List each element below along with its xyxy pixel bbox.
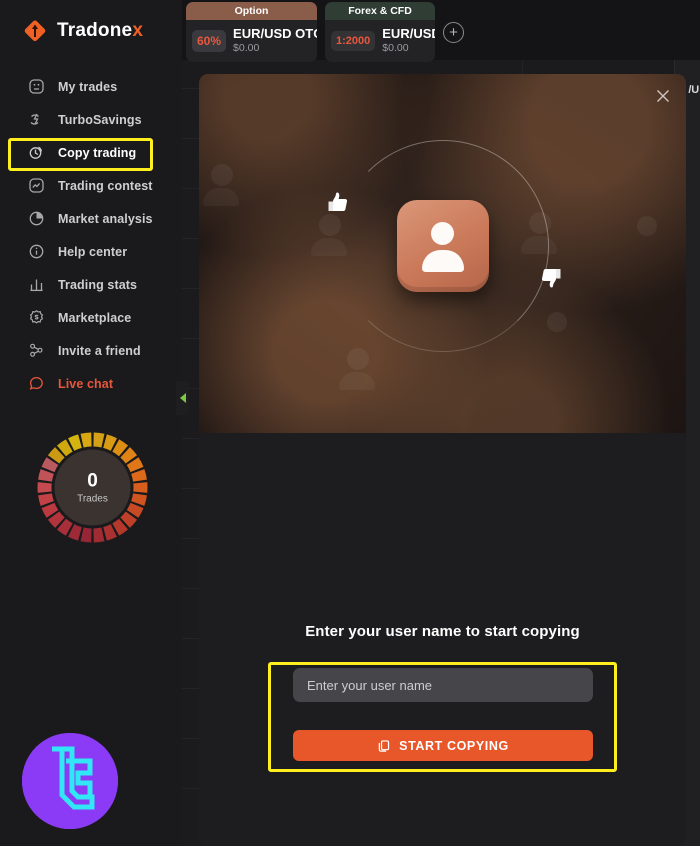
form-title: Enter your user name to start copying bbox=[305, 623, 580, 640]
sidebar-item-copy-trading[interactable]: Copy trading bbox=[0, 136, 182, 169]
sidebar-item-trading-contest[interactable]: Trading contest bbox=[0, 169, 182, 202]
chevron-left-icon bbox=[179, 393, 186, 403]
username-input[interactable] bbox=[293, 668, 593, 702]
sidebar-item-label: Trading stats bbox=[58, 277, 138, 292]
asset-tab-bar: Option 60% EUR/USD OTC $0.00 Forex & CFD… bbox=[182, 0, 700, 62]
asset-tab-option[interactable]: Option 60% EUR/USD OTC $0.00 bbox=[186, 2, 317, 62]
asset-amount: $0.00 bbox=[382, 42, 409, 55]
copy-trading-illustration bbox=[199, 74, 686, 433]
copy-trading-modal: Enter your user name to start copying ST… bbox=[199, 74, 686, 846]
sidebar-item-turbosavings[interactable]: TurboSavings bbox=[0, 103, 182, 136]
brand-name: Tradonex bbox=[57, 20, 144, 41]
thumbs-up-icon bbox=[324, 187, 357, 220]
chat-bubble-icon bbox=[28, 375, 45, 392]
diamond-arrow-logo-icon bbox=[22, 18, 48, 44]
sidebar-nav: My trades TurboSavings Copy trading Trad… bbox=[0, 70, 182, 400]
trades-donut-widget: 0 Trades bbox=[30, 425, 155, 550]
sidebar-item-label: Trading contest bbox=[58, 178, 153, 193]
sidebar-item-help-center[interactable]: Help center bbox=[0, 235, 182, 268]
sidebar-item-live-chat[interactable]: Live chat bbox=[0, 367, 182, 400]
turbo-savings-icon bbox=[28, 111, 45, 128]
asset-leverage-badge: 1:2000 bbox=[331, 30, 376, 51]
trading-contest-icon bbox=[28, 177, 45, 194]
lc-monogram-logo-icon bbox=[22, 733, 118, 829]
copy-trading-icon bbox=[28, 144, 45, 161]
thumbs-up-icon bbox=[532, 260, 565, 293]
sidebar-item-label: Marketplace bbox=[58, 310, 132, 325]
asset-tab-forex-cfd[interactable]: Forex & CFD 1:2000 EUR/USD $0.00 bbox=[325, 2, 435, 62]
avatar-card-icon bbox=[396, 200, 489, 292]
plus-circle-icon[interactable]: + bbox=[443, 22, 464, 43]
asset-symbol: EUR/USD bbox=[382, 25, 435, 41]
sidebar-item-label: Copy trading bbox=[58, 145, 137, 160]
sidebar-item-label: Market analysis bbox=[58, 211, 153, 226]
copy-icon bbox=[377, 739, 391, 753]
asset-amount: $0.00 bbox=[233, 42, 260, 55]
sidebar-item-label: My trades bbox=[58, 79, 118, 94]
sidebar-item-my-trades[interactable]: My trades bbox=[0, 70, 182, 103]
sidebar-item-invite-a-friend[interactable]: Invite a friend bbox=[0, 334, 182, 367]
sidebar-collapse-handle[interactable] bbox=[176, 381, 189, 415]
close-icon[interactable] bbox=[653, 86, 673, 106]
bar-chart-icon bbox=[28, 276, 45, 293]
info-circle-icon bbox=[28, 243, 45, 260]
asset-payout-badge: 60% bbox=[192, 29, 227, 52]
sidebar-item-label: Help center bbox=[58, 244, 128, 259]
asset-symbol: EUR/USD OTC bbox=[233, 25, 317, 41]
trades-icon bbox=[28, 78, 45, 95]
trades-count: 0 bbox=[87, 470, 98, 491]
sidebar-item-label: TurboSavings bbox=[58, 112, 142, 127]
asset-tab-kind: Option bbox=[186, 2, 317, 20]
sidebar-item-marketplace[interactable]: Marketplace bbox=[0, 301, 182, 334]
sidebar-item-label: Live chat bbox=[58, 376, 114, 391]
price-axis-label: /U bbox=[688, 84, 699, 96]
sidebar-item-market-analysis[interactable]: Market analysis bbox=[0, 202, 182, 235]
invite-friend-icon bbox=[28, 342, 45, 359]
sidebar-item-label: Invite a friend bbox=[58, 343, 141, 358]
trades-donut-center: 0 Trades bbox=[77, 471, 108, 504]
sidebar-item-trading-stats[interactable]: Trading stats bbox=[0, 268, 182, 301]
start-copying-button[interactable]: START COPYING bbox=[293, 730, 593, 761]
trades-caption: Trades bbox=[77, 493, 108, 504]
start-copying-label: START COPYING bbox=[399, 738, 509, 753]
marketplace-icon bbox=[28, 309, 45, 326]
pie-chart-icon bbox=[28, 210, 45, 227]
asset-tab-kind: Forex & CFD bbox=[325, 2, 435, 20]
sidebar: Tradonex My trades TurboSavings Copy tra… bbox=[0, 0, 182, 846]
brand-logo[interactable]: Tradonex bbox=[0, 0, 182, 44]
